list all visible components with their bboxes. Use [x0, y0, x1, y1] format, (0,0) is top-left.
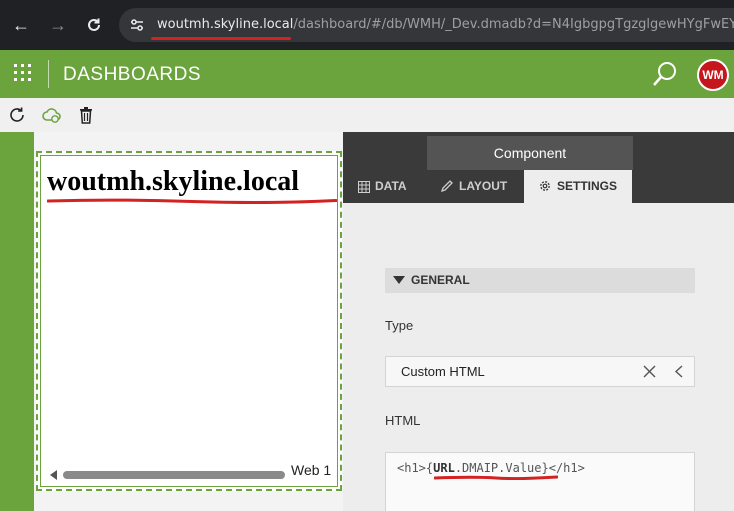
component-name-label: Web 1: [291, 462, 332, 478]
user-avatar[interactable]: WM: [697, 59, 729, 91]
site-settings-icon[interactable]: [129, 17, 145, 33]
app-header: DASHBOARDS WM: [0, 50, 734, 98]
code-url-token: URL: [433, 461, 455, 475]
horizontal-scrollbar-thumb[interactable]: [63, 471, 285, 479]
canvas-side-strip: [0, 132, 34, 511]
trash-icon[interactable]: [77, 106, 95, 124]
url-annotation-underline: [151, 37, 291, 40]
browser-toolbar: ← → woutmh.skyline.local/dashboard/#/db/…: [0, 0, 734, 50]
tab-data-label: DATA: [375, 179, 407, 193]
tab-data[interactable]: DATA: [358, 170, 407, 203]
code-annotation-underline: [434, 475, 558, 481]
refresh-icon[interactable]: [8, 106, 26, 124]
code-open-tag: <h1>{: [397, 461, 434, 475]
component-settings-panel: Component DATA LAYOUT SETTINGS GENERAL T…: [343, 132, 734, 511]
panel-title: Component: [427, 136, 633, 170]
web-component-viewport: woutmh.skyline.local Web 1: [40, 155, 338, 487]
gear-icon: [540, 181, 550, 191]
heading-annotation-underline: [47, 198, 337, 204]
chevron-left-icon[interactable]: [674, 365, 684, 378]
clear-icon[interactable]: [643, 365, 656, 378]
scroll-left-arrow-icon[interactable]: [50, 470, 57, 480]
code-close-tag: </h1>: [548, 461, 585, 475]
rendered-html-heading: woutmh.skyline.local: [47, 166, 300, 197]
code-mid-token: .DMAIP.Value}: [454, 461, 549, 475]
header-divider: [48, 60, 49, 88]
html-code-editor[interactable]: <h1>{URL.DMAIP.Value}</h1>: [385, 452, 695, 511]
web-component-selected[interactable]: woutmh.skyline.local Web 1: [36, 151, 342, 491]
dashboard-toolbar: [0, 98, 734, 132]
cloud-sync-icon[interactable]: [42, 106, 62, 124]
section-general-label: GENERAL: [411, 273, 470, 287]
url-host: woutmh.skyline.local: [157, 17, 294, 32]
url-path: /dashboard/#/db/WMH/_Dev.dmadb?d=N4Igbgp…: [293, 17, 734, 32]
table-icon: [358, 181, 370, 193]
tab-settings-label: SETTINGS: [557, 179, 618, 193]
html-label: HTML: [385, 413, 421, 428]
tab-layout-label: LAYOUT: [459, 179, 508, 193]
type-label: Type: [385, 318, 414, 333]
url-text[interactable]: woutmh.skyline.local/dashboard/#/db/WMH/…: [157, 17, 734, 32]
html-code-text[interactable]: <h1>{URL.DMAIP.Value}</h1>: [397, 461, 585, 475]
pencil-icon: [440, 180, 453, 193]
apps-grid-icon[interactable]: [14, 64, 32, 82]
app-title: DASHBOARDS: [63, 64, 202, 85]
reload-icon[interactable]: [83, 14, 105, 36]
type-select-value: Custom HTML: [401, 364, 485, 379]
back-arrow-icon[interactable]: ←: [10, 14, 32, 36]
caret-down-icon: [393, 276, 405, 284]
forward-arrow-icon[interactable]: →: [47, 14, 69, 36]
section-general-header[interactable]: GENERAL: [385, 268, 695, 293]
dashboard-canvas: woutmh.skyline.local Web 1: [0, 132, 343, 511]
type-select[interactable]: Custom HTML: [385, 356, 695, 387]
tab-layout[interactable]: LAYOUT: [440, 170, 507, 203]
search-icon[interactable]: [652, 61, 678, 87]
tab-settings[interactable]: SETTINGS: [524, 170, 632, 203]
